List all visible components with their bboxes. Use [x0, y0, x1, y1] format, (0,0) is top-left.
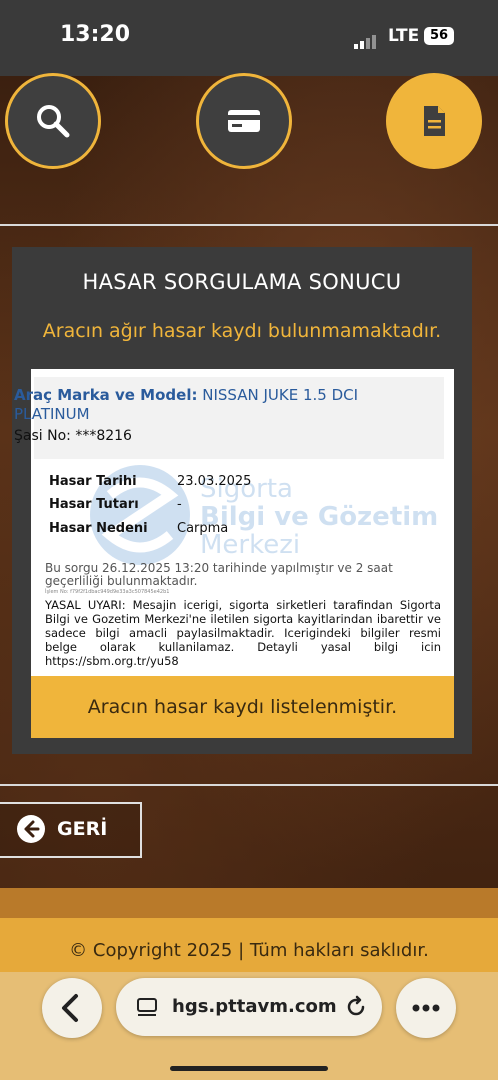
document-icon	[424, 106, 445, 136]
status-time: 13:20	[60, 22, 131, 47]
url-text: hgs.pttavm.com	[172, 996, 337, 1017]
legal-warning: YASAL UYARI: Mesajin icerigi, sigorta si…	[45, 598, 441, 668]
chassis-number: Şasi No: ***8216	[14, 428, 132, 444]
divider	[0, 784, 498, 786]
card-icon	[228, 110, 260, 132]
damage-row-value: Carpma	[177, 521, 229, 536]
search-icon	[37, 105, 70, 138]
more-dots-icon	[412, 1004, 440, 1012]
query-note: Bu sorgu 26.12.2025 13:20 tarihinde yapı…	[45, 561, 393, 588]
damage-row-label: Hasar Tarihi	[49, 474, 137, 489]
card-nav-button[interactable]	[196, 73, 292, 169]
damage-row-label: Hasar Tutarı	[49, 497, 139, 512]
arrow-left-icon	[17, 815, 45, 843]
reader-icon	[137, 998, 157, 1016]
result-banner: Aracın hasar kaydı listelenmiştir.	[31, 676, 454, 738]
chassis-value: ***8216	[75, 428, 132, 444]
damage-row-label: Hasar Nedeni	[49, 521, 148, 536]
chevron-left-icon	[62, 994, 78, 1022]
footer-strip	[0, 888, 498, 918]
signal-icon	[354, 30, 378, 49]
browser-more-button[interactable]	[396, 978, 456, 1038]
copyright-text: © Copyright 2025 | Tüm hakları saklıdır.	[69, 940, 429, 961]
address-bar[interactable]: hgs.pttavm.com	[116, 978, 382, 1036]
damage-row-value: -	[177, 497, 182, 512]
browser-back-button[interactable]	[42, 978, 102, 1038]
back-button[interactable]: GERİ	[0, 802, 142, 858]
vehicle-model-label: Araç Marka ve Model:	[14, 386, 198, 404]
search-nav-button[interactable]	[5, 73, 101, 169]
status-bar: 13:20 LTE 56	[0, 0, 498, 76]
home-indicator	[170, 1066, 328, 1071]
back-button-label: GERİ	[57, 818, 108, 840]
battery-icon: 56	[424, 27, 454, 45]
chassis-label: Şasi No:	[14, 428, 71, 444]
result-title: HASAR SORGULAMA SONUCU	[82, 270, 402, 294]
reload-icon[interactable]	[344, 995, 368, 1019]
divider	[0, 224, 498, 226]
document-nav-button[interactable]	[386, 73, 482, 169]
query-id: İşlem No: f79f2f1dbac949d9e33a3c507845e4…	[45, 589, 170, 595]
network-type: LTE	[388, 26, 420, 46]
vehicle-model: Araç Marka ve Model: NISSAN JUKE 1.5 DCI…	[14, 386, 414, 424]
result-subtitle: Aracın ağır hasar kaydı bulunmamaktadır.	[42, 320, 442, 342]
damage-row-value: 23.03.2025	[177, 474, 252, 489]
watermark-line-2: Bilgi ve Gözetim	[200, 502, 439, 532]
